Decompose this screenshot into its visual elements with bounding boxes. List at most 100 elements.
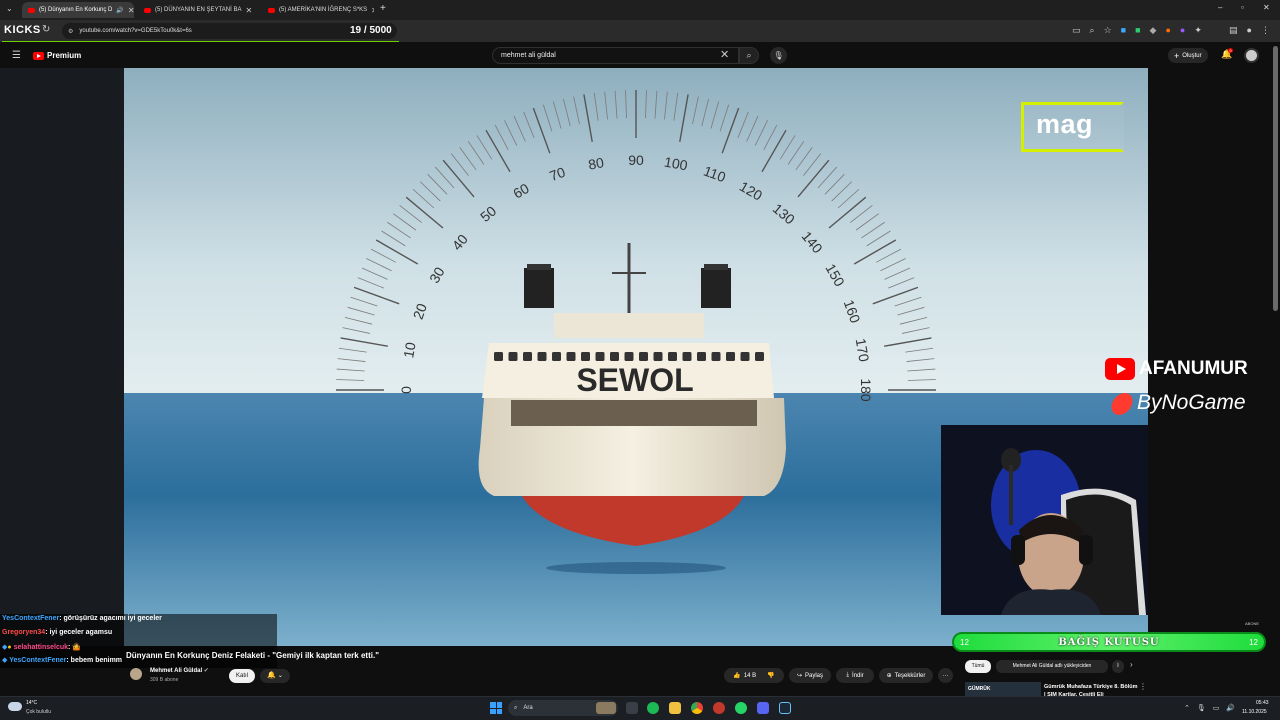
menu-dots-icon[interactable]: ⋮	[1139, 682, 1147, 691]
chat-username: Gregoryen34	[2, 629, 46, 636]
chat-message: Gregoryen34: iyi geceler agamsu	[2, 629, 112, 636]
weather-description: Çok bulutlu	[26, 709, 52, 715]
youtube-logo-icon	[33, 51, 44, 60]
ship-window	[581, 352, 590, 361]
file-explorer-icon[interactable]	[669, 702, 681, 714]
subscribe-badge: ABONE	[1245, 621, 1260, 626]
extension-icon[interactable]: ●	[1165, 25, 1170, 36]
profile-icon[interactable]: ●	[1247, 25, 1252, 36]
youtube-premium-logo[interactable]: Premium	[33, 51, 81, 60]
chevron-up-icon[interactable]: ⌃	[1184, 704, 1190, 712]
maximize-icon[interactable]: ▫	[1241, 3, 1244, 12]
tab-close-icon[interactable]: ✕	[245, 6, 252, 15]
toolbar-right-icons: ▤ ● ⋮	[1229, 25, 1270, 36]
extension-icon[interactable]: ■	[1135, 25, 1140, 36]
channel-avatar[interactable]	[130, 668, 142, 680]
share-button[interactable]: ↪ Paylaş	[789, 668, 831, 683]
search-button[interactable]: ⌕	[739, 47, 759, 64]
menu-dots-icon[interactable]: ⋮	[1261, 25, 1270, 36]
tab-close-icon[interactable]: ✕	[371, 6, 374, 15]
thanks-label: Teşekkürler	[894, 672, 926, 679]
extension-icon[interactable]: ●	[1180, 25, 1185, 36]
ship-window	[740, 352, 750, 361]
share-label: Paylaş	[805, 672, 824, 679]
chip-all[interactable]: Tümü	[965, 660, 991, 673]
search-input[interactable]: mehmet ali güldal	[492, 47, 739, 64]
ship-window	[639, 352, 648, 361]
spotify-icon[interactable]	[647, 702, 659, 714]
kicks-brand: KICKS	[4, 24, 41, 36]
tab-title: (5) AMERİKA'NIN İĞRENÇ S*KS	[279, 7, 368, 13]
like-dislike-button[interactable]: 👍 14 B 👎	[724, 668, 784, 683]
ship-window	[508, 352, 518, 361]
whatsapp-icon[interactable]	[735, 702, 747, 714]
extension-icon[interactable]: ◆	[1150, 25, 1157, 36]
zoom-icon[interactable]: ⌕	[1090, 25, 1095, 36]
share-icon: ↪	[796, 673, 802, 679]
clock-date: 11.10.2025	[1242, 709, 1267, 715]
tab-list-icon[interactable]: ⌄	[6, 4, 13, 13]
reload-icon[interactable]: ↻	[42, 24, 50, 35]
puzzle-icon[interactable]: ✦	[1194, 25, 1202, 36]
more-actions-button[interactable]: ···	[938, 668, 953, 683]
star-icon[interactable]: ☆	[1104, 25, 1112, 36]
task-view-icon[interactable]	[626, 702, 638, 714]
clear-search-icon[interactable]: ✕	[720, 48, 729, 61]
youtube-watermark: AFANUMUR	[1105, 358, 1248, 380]
chip-uploader[interactable]: Mehmet Ali Güldal adlı yükleyiciden	[996, 660, 1108, 673]
microphone-icon[interactable]: 🎙	[1197, 704, 1206, 712]
new-tab-icon[interactable]: +	[380, 3, 386, 14]
steam-icon[interactable]	[779, 702, 791, 714]
chat-username: YesContextFener	[2, 615, 60, 622]
character-counter: 19 / 5000	[350, 25, 392, 36]
tab-2[interactable]: (5) DÜNYANIN EN ŞEYTANİ BA ✕	[138, 2, 256, 18]
search-icon: ⌕	[514, 704, 518, 711]
youtube-favicon-icon	[28, 7, 35, 13]
download-icon: ⤓	[846, 672, 849, 678]
tab-3[interactable]: (5) AMERİKA'NIN İĞRENÇ S*KS ✕	[262, 2, 374, 18]
chip-more[interactable]: İl	[1112, 660, 1124, 673]
voice-search-button[interactable]: 🎙	[770, 47, 787, 64]
chevron-right-icon[interactable]: ›	[1130, 660, 1133, 669]
chat-message: YesContextFener: görüşürüz agacımı iyi g…	[2, 615, 162, 622]
channel-name[interactable]: Mehmet Ali Güldal ✔	[150, 667, 209, 674]
download-button[interactable]: ⤓ İndir	[836, 668, 874, 683]
like-count: 14 B	[743, 672, 757, 679]
gauge-label: 0	[398, 386, 414, 394]
windows-start-icon[interactable]	[490, 702, 502, 714]
cast-icon[interactable]: ▭	[1072, 25, 1081, 36]
display-icon[interactable]: ▭	[1213, 704, 1220, 712]
ship-name-text: SEWOL	[576, 362, 693, 398]
subscribed-bell-button[interactable]: 🔔 ⌄	[260, 669, 290, 683]
browser-app-icon[interactable]	[713, 702, 725, 714]
address-bar[interactable]: ⚙ youtube.com/watch?v=GDE5kTou0k&t=6s	[62, 23, 397, 39]
plus-icon: +	[1174, 50, 1180, 61]
minimize-icon[interactable]: –	[1218, 3, 1222, 12]
thanks-button[interactable]: ⊕ Teşekkürler	[879, 668, 933, 683]
page-scrollbar[interactable]	[1273, 46, 1278, 311]
mag-overlay-text: mag	[1036, 109, 1094, 139]
gauge-label: 180	[858, 378, 874, 402]
join-button[interactable]: Katıl	[229, 669, 255, 683]
discord-icon[interactable]	[757, 702, 769, 714]
sidepanel-icon[interactable]: ▤	[1229, 25, 1238, 36]
hamburger-menu-icon[interactable]: ☰	[12, 50, 21, 61]
chat-message: ◆● selahattinselcuk: 🤷	[2, 643, 81, 651]
taskbar-search-label: Ara	[523, 705, 533, 711]
thumbs-down-icon: 👎	[767, 673, 775, 679]
chrome-icon[interactable]	[691, 702, 703, 714]
account-avatar[interactable]	[1244, 48, 1259, 63]
streamer-webcam	[941, 425, 1148, 615]
close-window-icon[interactable]: ✕	[1263, 3, 1270, 12]
ship-window	[552, 352, 561, 361]
volume-icon[interactable]: 🔊	[1226, 704, 1235, 712]
site-info-icon[interactable]: ⚙	[68, 28, 73, 35]
tab-close-icon[interactable]: ✕	[128, 6, 134, 15]
recommended-video-thumbnail[interactable]: GÜMRÜK	[965, 682, 1041, 696]
tab-title: (5) DÜNYANIN EN ŞEYTANİ BA	[155, 7, 242, 13]
create-button[interactable]: + Oluştur	[1168, 48, 1208, 63]
tab-1[interactable]: (5) Dünyanın En Korkunç D 🔊 ✕	[22, 2, 134, 18]
youtube-logo-icon	[1105, 358, 1135, 380]
ship-window	[610, 352, 619, 361]
extension-icon[interactable]: ■	[1121, 25, 1126, 36]
